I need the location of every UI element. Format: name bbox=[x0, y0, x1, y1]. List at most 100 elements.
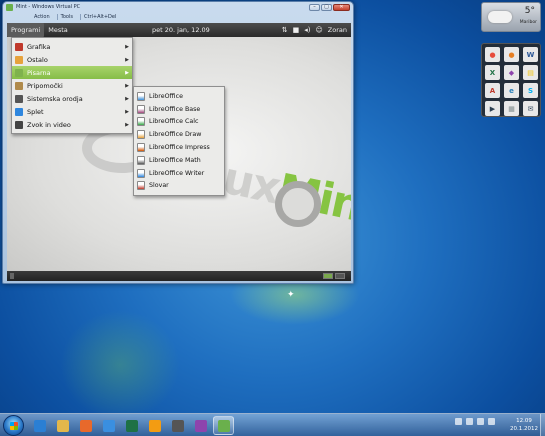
taskbar-media-button[interactable] bbox=[144, 416, 165, 435]
submenu-item[interactable]: LibreOffice Math bbox=[134, 154, 224, 167]
taskbar-ie2-button[interactable] bbox=[98, 416, 119, 435]
ie-icon[interactable]: e bbox=[504, 83, 519, 98]
taskbar-firefox-button[interactable] bbox=[75, 416, 96, 435]
submenu-item[interactable]: LibreOffice Base bbox=[134, 103, 224, 116]
workspace-1[interactable] bbox=[323, 273, 333, 279]
menu-tools[interactable]: Tools bbox=[56, 13, 76, 20]
acrobat-icon[interactable]: A bbox=[485, 83, 500, 98]
submenu-item-label: LibreOffice bbox=[149, 92, 183, 100]
weather-city: Maribor bbox=[519, 20, 537, 25]
submenu-item[interactable]: LibreOffice Draw bbox=[134, 128, 224, 141]
guest-screen[interactable]: linuxMint Programi Mesta pet 20. jan, 12… bbox=[7, 23, 351, 281]
panel-menu-programs[interactable]: Programi bbox=[7, 23, 45, 37]
workspace-switcher[interactable] bbox=[323, 273, 345, 279]
virtual-pc-app-icon bbox=[6, 3, 13, 11]
maximize-button[interactable]: ▢ bbox=[321, 3, 332, 11]
excel-icon bbox=[125, 419, 138, 432]
mint-top-panel: Programi Mesta pet 20. jan, 12.09 ⇅ ■ ◂)… bbox=[7, 23, 351, 37]
menu-ctrl-alt-del[interactable]: Ctrl+Alt+Del bbox=[80, 13, 119, 20]
menu-item-label: Pripomočki bbox=[27, 81, 63, 90]
skype-icon[interactable]: S bbox=[523, 83, 538, 98]
virtual-pc-window[interactable]: Mint - Windows Virtual PC – ▢ ✕ Action T… bbox=[2, 1, 354, 284]
document-icon bbox=[137, 104, 145, 114]
show-desktop-handle[interactable] bbox=[10, 273, 14, 279]
taskbar-terminal-button[interactable] bbox=[167, 416, 188, 435]
ie-icon bbox=[33, 419, 46, 432]
submenu-item-label: Slovar bbox=[149, 182, 169, 190]
panel-clock[interactable]: pet 20. jan, 12.09 bbox=[152, 23, 210, 37]
gadget-icon[interactable]: ▦ bbox=[504, 101, 519, 116]
window-titlebar[interactable]: Mint - Windows Virtual PC – ▢ ✕ bbox=[3, 2, 353, 12]
launcher-gadget: ● ● W X ◆ ▤ Ae S ▶ ▦ ✉ bbox=[481, 43, 541, 117]
taskbar-virtualpc-button[interactable] bbox=[213, 416, 234, 435]
submenu-item[interactable]: LibreOffice bbox=[134, 90, 224, 103]
menu-item-accessories[interactable]: Pripomočki ▶ bbox=[12, 79, 132, 92]
menu-item-sound-video[interactable]: Zvok in video ▶ bbox=[12, 118, 132, 131]
window-menubar: Action Tools Ctrl+Alt+Del bbox=[3, 12, 353, 21]
graphics-icon bbox=[15, 42, 23, 51]
menu-item-graphics[interactable]: Grafika ▶ bbox=[12, 40, 132, 53]
menu-item-system-tools[interactable]: Sistemska orodja ▶ bbox=[12, 92, 132, 105]
submenu-item[interactable]: LibreOffice Writer bbox=[134, 167, 224, 180]
wallpaper-ring-right bbox=[275, 181, 321, 227]
mail-icon[interactable]: ✉ bbox=[523, 101, 538, 116]
taskbar-ie-button[interactable] bbox=[29, 416, 50, 435]
paint-icon[interactable]: ◆ bbox=[504, 65, 519, 80]
document-icon bbox=[137, 143, 145, 153]
start-button[interactable] bbox=[3, 415, 24, 436]
user-icon: ☺ bbox=[315, 26, 323, 34]
panel-user-name[interactable]: Zoran bbox=[328, 26, 347, 34]
submenu-item-label: LibreOffice Draw bbox=[149, 131, 202, 139]
submenu-item-label: LibreOffice Impress bbox=[149, 144, 210, 152]
notification-area bbox=[455, 418, 495, 425]
close-button[interactable]: ✕ bbox=[333, 3, 350, 11]
tray-arrow-icon[interactable] bbox=[455, 418, 462, 425]
wallpaper-glow-secondary bbox=[60, 310, 180, 420]
submenu-item-label: LibreOffice Math bbox=[149, 156, 201, 164]
taskbar-clock[interactable]: 12.09 20.1.2012 bbox=[509, 417, 539, 433]
taskbar-excel-button[interactable] bbox=[121, 416, 142, 435]
volume-icon[interactable]: ◂) bbox=[304, 23, 310, 37]
sound-video-icon bbox=[15, 120, 23, 129]
media-icon[interactable]: ▶ bbox=[485, 101, 500, 116]
submenu-arrow-icon: ▶ bbox=[125, 56, 129, 63]
taskbar-explorer-button[interactable] bbox=[52, 416, 73, 435]
submenu-item-label: LibreOffice Writer bbox=[149, 169, 205, 177]
submenu-arrow-icon: ▶ bbox=[125, 43, 129, 50]
tray-volume-icon[interactable] bbox=[488, 418, 495, 425]
submenu-item[interactable]: LibreOffice Impress bbox=[134, 141, 224, 154]
submenu-arrow-icon: ▶ bbox=[125, 108, 129, 115]
accessories-icon bbox=[15, 81, 23, 90]
document-icon bbox=[137, 130, 145, 140]
panel-menu-places[interactable]: Mesta bbox=[44, 23, 72, 37]
paint-icon bbox=[194, 419, 207, 432]
other-icon bbox=[15, 55, 23, 64]
menu-item-label: Pisarna bbox=[27, 68, 51, 77]
menu-item-office[interactable]: Pisarna ▶ bbox=[12, 66, 132, 79]
excel-icon[interactable]: X bbox=[485, 65, 500, 80]
workspace-2[interactable] bbox=[335, 273, 345, 279]
firefox-icon[interactable]: ● bbox=[504, 47, 519, 62]
submenu-item[interactable]: Slovar bbox=[134, 180, 224, 193]
menu-item-label: Sistemska orodja bbox=[27, 94, 83, 103]
document-icon bbox=[137, 117, 145, 127]
minimize-button[interactable]: – bbox=[309, 3, 320, 11]
chrome-icon[interactable]: ● bbox=[485, 47, 500, 62]
notes-icon[interactable]: ▤ bbox=[523, 65, 538, 80]
tray-flag-icon[interactable] bbox=[466, 418, 473, 425]
taskbar-paint-button[interactable] bbox=[190, 416, 211, 435]
menu-item-other[interactable]: Ostalo ▶ bbox=[12, 53, 132, 66]
show-desktop-button[interactable] bbox=[540, 414, 545, 436]
submenu-item[interactable]: LibreOffice Calc bbox=[134, 116, 224, 129]
internet-icon bbox=[15, 107, 23, 116]
menu-item-label: Ostalo bbox=[27, 55, 48, 64]
weather-gadget[interactable]: 5° Maribor bbox=[481, 2, 541, 32]
menu-item-internet[interactable]: Splet ▶ bbox=[12, 105, 132, 118]
power-icon[interactable]: ■ bbox=[293, 23, 300, 37]
tray-network-icon[interactable] bbox=[477, 418, 484, 425]
applications-menu: Grafika ▶ Ostalo ▶ Pisarna ▶ Pripomočki ▶ Sistem… bbox=[11, 37, 133, 134]
menu-action[interactable]: Action bbox=[31, 14, 53, 20]
word-icon[interactable]: W bbox=[523, 47, 538, 62]
network-icon[interactable]: ⇅ bbox=[282, 23, 288, 37]
mint-bottom-panel bbox=[7, 271, 351, 281]
